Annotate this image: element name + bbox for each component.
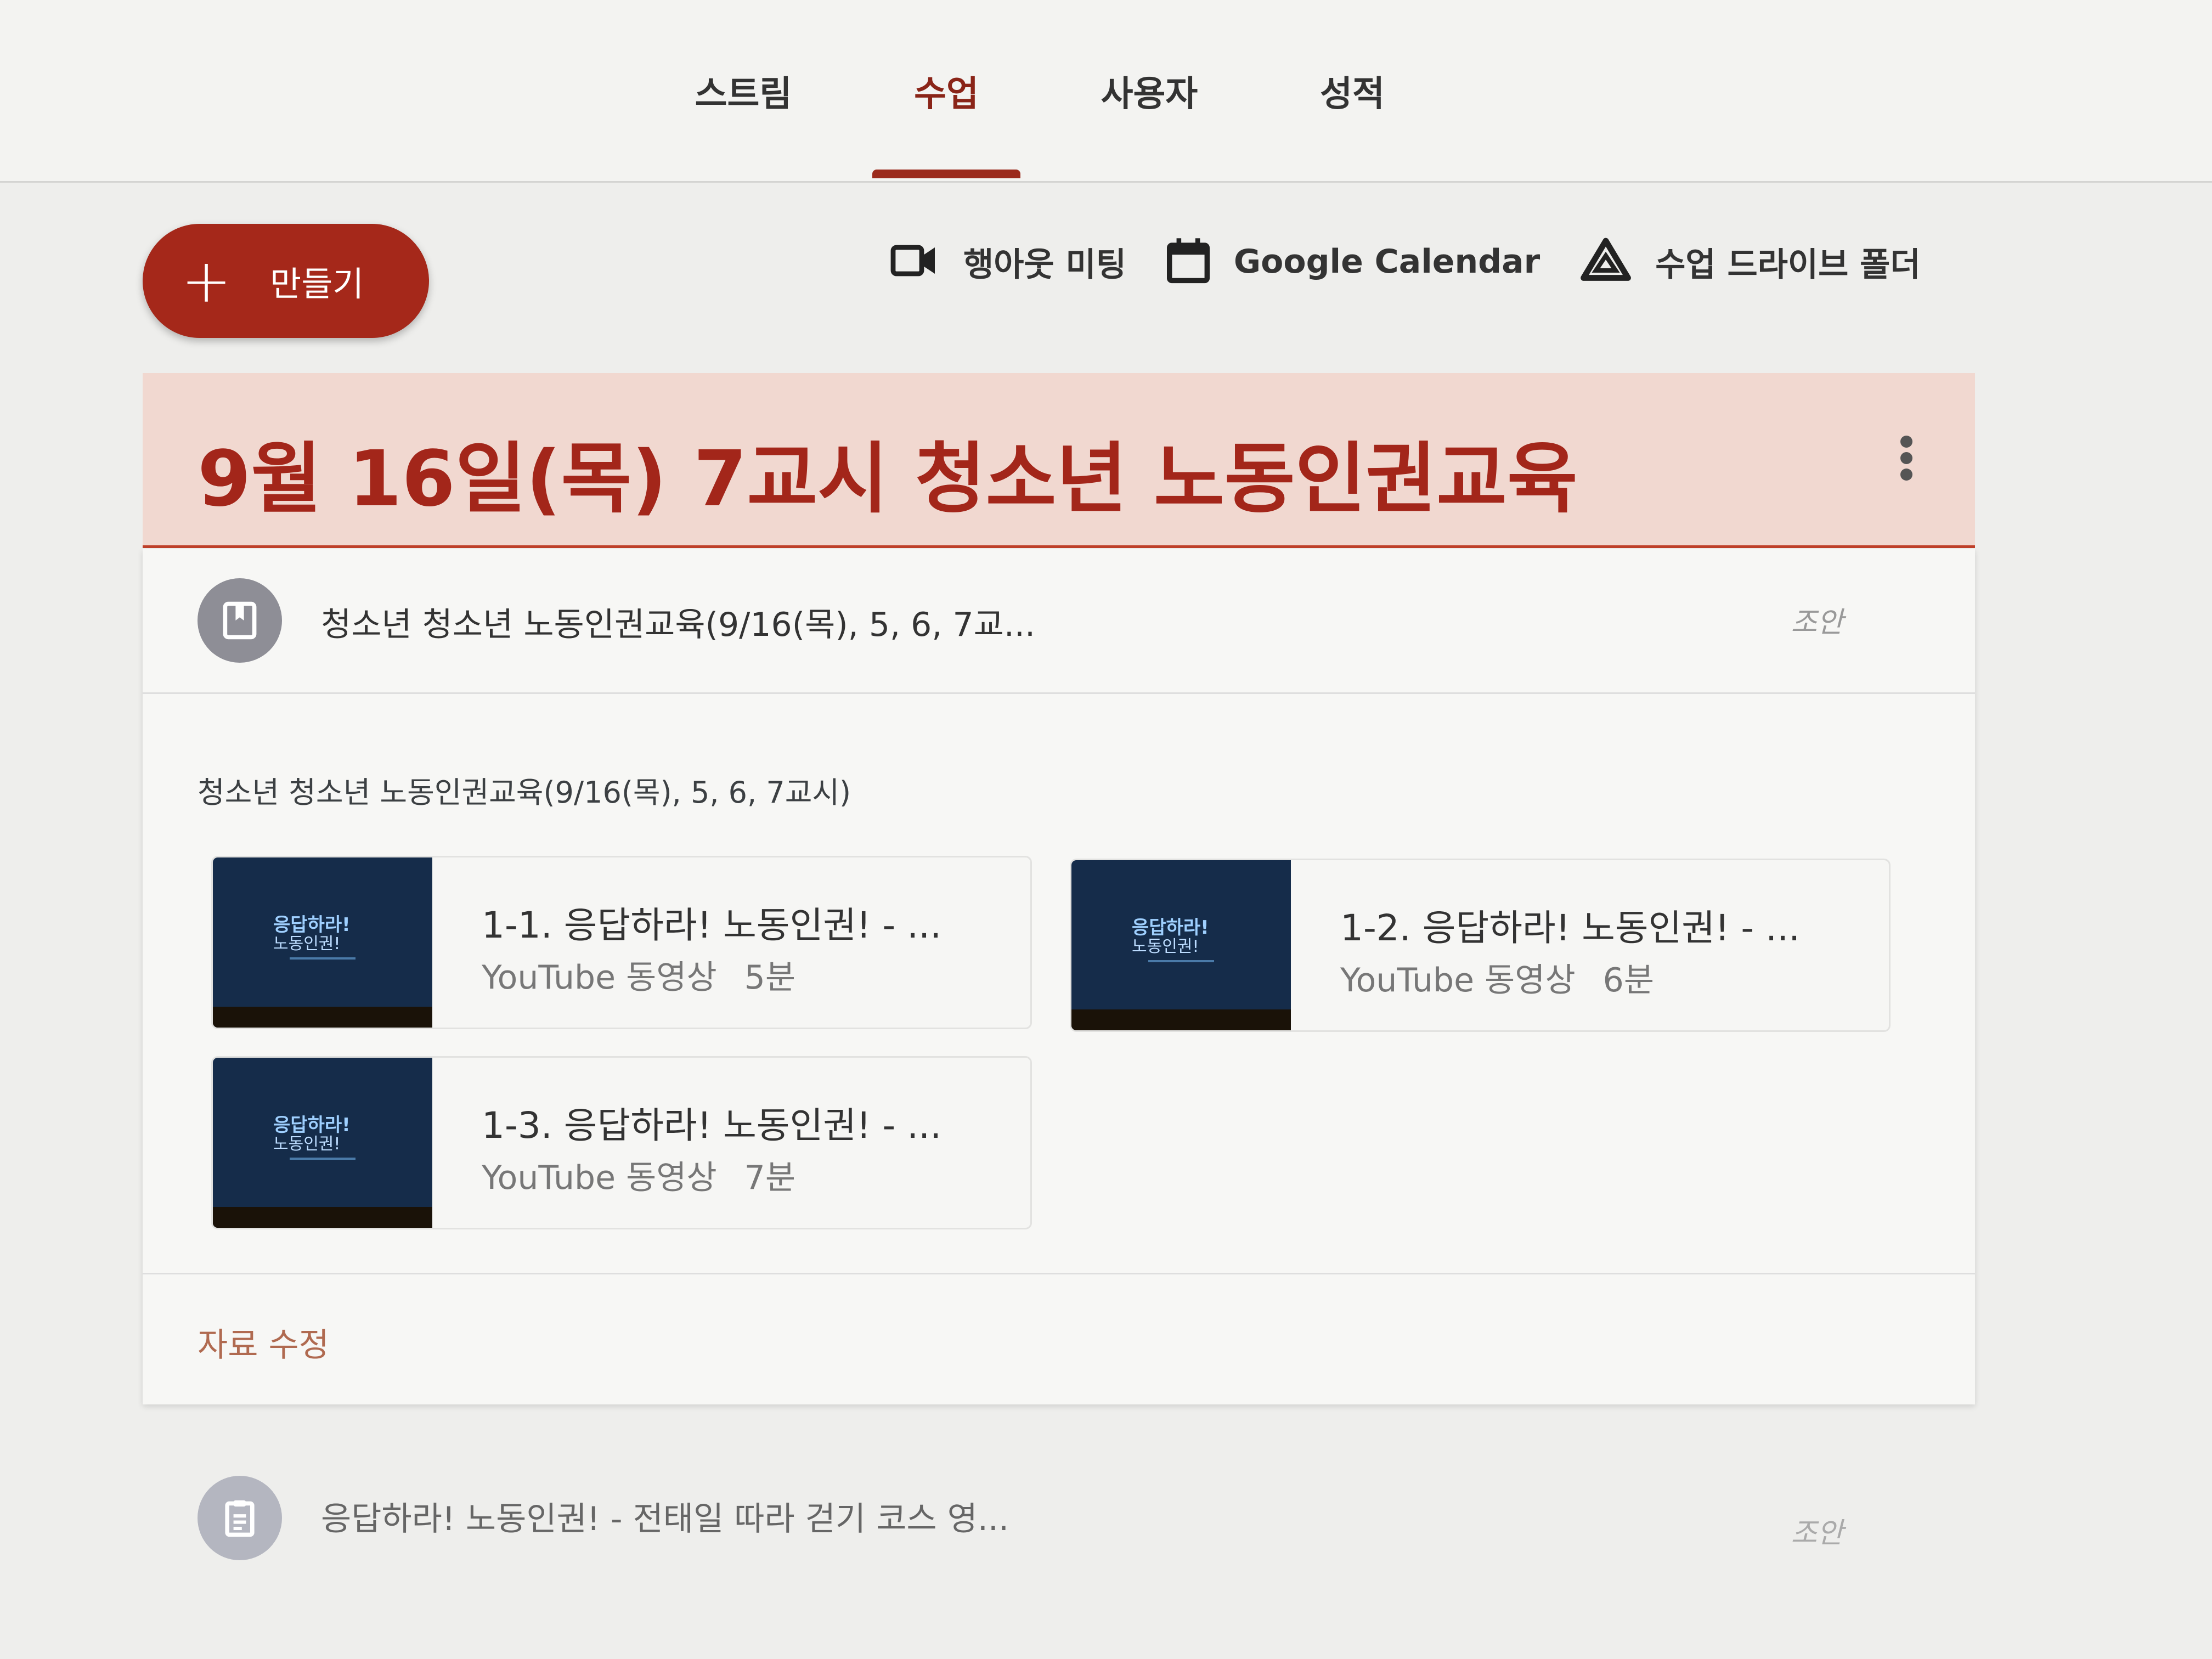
thumbnail-line [290, 1158, 356, 1160]
tab-grades[interactable]: 성적 [1251, 66, 1454, 176]
plus-icon: + [181, 246, 232, 316]
attachment-duration: 6분 [1602, 961, 1655, 1000]
attachment-item[interactable]: 응답하라! 노동인권! 1-2. 응답하라! 노동인권! - ... YouTu… [1070, 859, 1891, 1032]
thumbnail-board [213, 1207, 432, 1228]
drive-icon [1578, 236, 1633, 287]
tab-list: 스트림 수업 사용자 성적 [642, 66, 1454, 178]
video-thumbnail: 응답하라! 노동인권! [213, 1058, 432, 1228]
thumbnail-line [1148, 960, 1214, 962]
material-description: 청소년 청소년 노동인권교육(9/16(목), 5, 6, 7교시) [198, 775, 851, 810]
attachment-item[interactable]: 응답하라! 노동인권! 1-3. 응답하라! 노동인권! - ... YouTu… [211, 1056, 1032, 1229]
thumbnail-line [290, 957, 356, 960]
attachment-meta: YouTube 동영상 6분 [1340, 953, 1681, 1001]
next-material-date: 조안 [1791, 1517, 1843, 1550]
thumbnail-board [213, 1007, 432, 1028]
attachment-meta: YouTube 동영상 7분 [482, 1151, 823, 1199]
book-icon [198, 578, 282, 663]
thumbnail-logo-text: 노동인권! [273, 1135, 341, 1154]
drive-folder-link[interactable]: 수업 드라이브 폴더 [1578, 236, 1921, 287]
material-date: 조안 [1791, 606, 1843, 639]
attachment-duration: 5분 [744, 958, 796, 997]
calendar-icon [1165, 236, 1212, 287]
attachment-item[interactable]: 응답하라! 노동인권! 1-1. 응답하라! 노동인권! - ... YouTu… [211, 856, 1032, 1029]
calendar-link-label: Google Calendar [1233, 242, 1541, 281]
thumbnail-logo-text: 노동인권! [273, 934, 341, 953]
next-material-item[interactable]: 응답하라! 노동인권! - 전태일 따라 걷기 코스 영... 조안 [143, 1448, 1975, 1591]
attachment-type: YouTube 동영상 [482, 958, 717, 997]
video-thumbnail: 응답하라! 노동인권! [1071, 860, 1291, 1030]
drive-folder-label: 수업 드라이브 폴더 [1655, 245, 1921, 284]
material-title: 청소년 청소년 노동인권교육(9/16(목), 5, 6, 7교... [321, 606, 1036, 644]
next-material-title: 응답하라! 노동인권! - 전태일 따라 걷기 코스 영... [321, 1500, 1009, 1538]
tab-people[interactable]: 사용자 [1048, 66, 1251, 176]
meet-link[interactable]: 행아웃 미팅 [889, 238, 1126, 286]
attachment-type: YouTube 동영상 [1340, 961, 1576, 1000]
topic-title: 9월 16일(목) 7교시 청소년 노동인권교육 [198, 435, 1578, 524]
material-header[interactable]: 청소년 청소년 노동인권교육(9/16(목), 5, 6, 7교... 조안 [143, 549, 1975, 694]
tab-stream[interactable]: 스트림 [642, 66, 845, 176]
thumbnail-board [1071, 1009, 1291, 1030]
attachment-title: 1-3. 응답하라! 노동인권! - ... [482, 1104, 942, 1147]
calendar-link[interactable]: Google Calendar [1165, 236, 1540, 287]
thumbnail-logo-text: 노동인권! [1132, 937, 1199, 956]
material-card: 청소년 청소년 노동인권교육(9/16(목), 5, 6, 7교... 조안 청… [143, 549, 1975, 1404]
create-button-label: 만들기 [270, 264, 364, 304]
edit-material-link[interactable]: 자료 수정 [198, 1318, 329, 1366]
create-button[interactable]: + 만들기 [143, 224, 429, 338]
attachment-title: 1-2. 응답하라! 노동인권! - ... [1340, 907, 1801, 949]
video-camera-icon [889, 239, 941, 285]
top-nav-bar: 스트림 수업 사용자 성적 [0, 0, 2212, 183]
class-actions: 행아웃 미팅 Google Calendar 수업 드라이브 폴더 [889, 236, 1959, 287]
material-footer: 자료 수정 [143, 1273, 1975, 1406]
topic-header: 9월 16일(목) 7교시 청소년 노동인권교육 [143, 373, 1975, 548]
attachment-duration: 7분 [744, 1159, 796, 1197]
attachment-type: YouTube 동영상 [482, 1159, 717, 1197]
more-options-icon[interactable] [1898, 433, 1915, 485]
attachment-title: 1-1. 응답하라! 노동인권! - ... [482, 904, 942, 946]
assignment-icon [198, 1476, 282, 1560]
meet-link-label: 행아웃 미팅 [963, 245, 1126, 284]
attachment-meta: YouTube 동영상 5분 [482, 951, 823, 998]
tab-classwork[interactable]: 수업 [845, 66, 1048, 178]
video-thumbnail: 응답하라! 노동인권! [213, 857, 432, 1028]
